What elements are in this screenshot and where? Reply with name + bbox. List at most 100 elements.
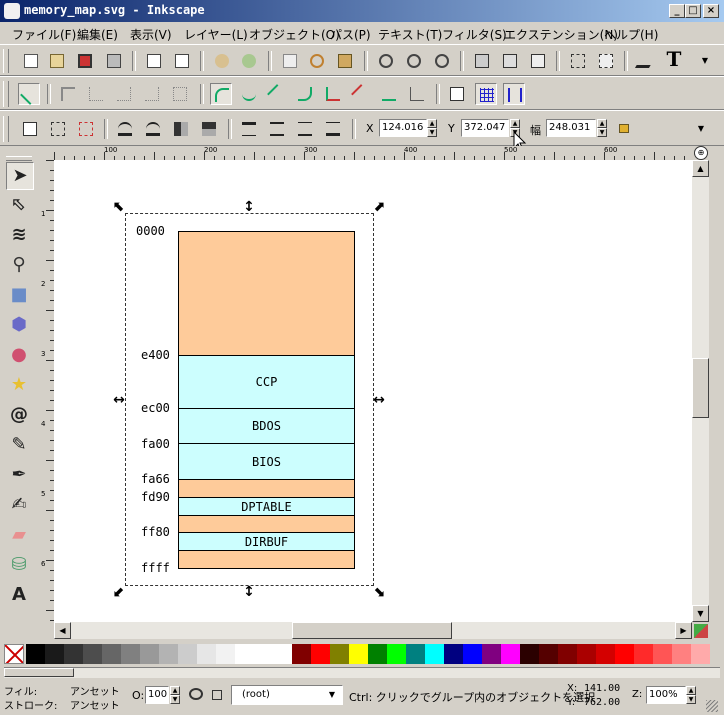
scale-handle-w-icon[interactable]: ↔	[112, 393, 126, 407]
color-swatch[interactable]	[539, 644, 558, 664]
snap-nodes-button[interactable]	[210, 83, 232, 105]
export-button[interactable]	[171, 50, 193, 72]
scale-handle-e-icon[interactable]: ↔	[372, 393, 386, 407]
vertical-ruler[interactable]: 1 2 3 4 5 6	[40, 160, 54, 622]
toolbar-grip[interactable]	[3, 116, 9, 142]
snap-midpoint-button[interactable]	[350, 83, 372, 105]
color-swatch[interactable]	[64, 644, 83, 664]
layer-lock-icon[interactable]	[212, 690, 222, 700]
color-swatch[interactable]	[501, 644, 520, 664]
selector-tool-button[interactable]: ➤	[6, 162, 34, 190]
scroll-down-icon[interactable]: ▼	[692, 605, 709, 622]
color-swatch[interactable]	[330, 644, 349, 664]
memory-block-gap1[interactable]	[178, 479, 355, 498]
ellipse-tool-button[interactable]: ●	[6, 342, 34, 370]
flip-vertical-button[interactable]	[198, 118, 220, 140]
spin-up-icon[interactable]: ▲	[170, 686, 180, 695]
zoom-page-button[interactable]	[431, 50, 453, 72]
zoom-corner-icon[interactable]: ⊕	[694, 146, 708, 160]
import-button[interactable]	[143, 50, 165, 72]
snap-intersection-button[interactable]	[266, 83, 288, 105]
snap-bbox-edge-button[interactable]	[85, 83, 107, 105]
eraser-tool-button[interactable]: ▰	[6, 522, 34, 550]
color-swatch[interactable]	[615, 644, 634, 664]
color-swatch[interactable]	[273, 644, 292, 664]
rect-tool-button[interactable]: ■	[6, 282, 34, 310]
snap-center-button[interactable]	[378, 83, 400, 105]
spin-up-icon[interactable]: ▲	[597, 119, 607, 128]
color-swatch[interactable]	[406, 644, 425, 664]
memory-block-tpa[interactable]	[178, 231, 355, 356]
snap-smooth-button[interactable]	[294, 83, 316, 105]
color-swatch[interactable]	[672, 644, 691, 664]
memory-block-bdos[interactable]: BDOS	[178, 408, 355, 444]
opacity-input[interactable]: 100	[145, 686, 169, 704]
maximize-button[interactable]: □	[685, 4, 701, 18]
dropdown-arrow-icon[interactable]: ▼	[324, 687, 340, 703]
select-all-button[interactable]	[19, 118, 41, 140]
rotate-ccw-button[interactable]	[114, 118, 136, 140]
memory-block-top[interactable]	[178, 550, 355, 569]
scale-handle-sw-icon[interactable]: ⬋	[112, 585, 126, 599]
palette-scroll-thumb[interactable]	[4, 668, 74, 677]
memory-block-dirbuf[interactable]: DIRBUF	[178, 532, 355, 551]
menu-path[interactable]: パス(P)	[330, 26, 371, 43]
spin-down-icon[interactable]: ▼	[427, 128, 437, 137]
color-swatch[interactable]	[178, 644, 197, 664]
opacity-spinner[interactable]: ▲ ▼	[170, 686, 180, 704]
vertical-scrollbar[interactable]: ▲ ▼	[692, 160, 709, 622]
memory-block-bios[interactable]: BIOS	[178, 443, 355, 480]
snap-bbox-midpoint-button[interactable]	[141, 83, 163, 105]
spin-down-icon[interactable]: ▼	[686, 695, 696, 704]
color-swatch[interactable]	[387, 644, 406, 664]
new-document-button[interactable]	[20, 50, 42, 72]
zoom-selection-button[interactable]	[375, 50, 397, 72]
select-all-layers-button[interactable]	[47, 118, 69, 140]
layer-selector[interactable]: (root) ▼	[231, 685, 343, 705]
color-swatch[interactable]	[83, 644, 102, 664]
toolbar-overflow-button[interactable]: ▼	[690, 118, 712, 140]
color-swatch[interactable]	[425, 644, 444, 664]
paste-button[interactable]	[334, 50, 356, 72]
menu-filters[interactable]: フィルタ(S)	[442, 26, 507, 43]
3dbox-tool-button[interactable]: ⬢	[6, 312, 34, 340]
zoom-drawing-button[interactable]	[403, 50, 425, 72]
memory-block-ccp[interactable]: CCP	[178, 355, 355, 409]
color-swatch[interactable]	[520, 644, 539, 664]
horizontal-scrollbar[interactable]: ◀ ▶	[54, 622, 692, 639]
spin-down-icon[interactable]: ▼	[597, 128, 607, 137]
color-swatch[interactable]	[26, 644, 45, 664]
menu-help[interactable]: ヘルプ(H)	[604, 26, 658, 43]
color-swatch[interactable]	[482, 644, 501, 664]
color-swatch[interactable]	[45, 644, 64, 664]
snap-grid-button[interactable]	[475, 83, 497, 105]
color-swatch[interactable]	[444, 644, 463, 664]
scale-handle-s-icon[interactable]: ↕	[242, 585, 256, 599]
toolbar-grip[interactable]	[3, 49, 9, 73]
color-manage-icon[interactable]	[694, 624, 708, 638]
raise-top-button[interactable]	[238, 118, 260, 140]
flip-horizontal-button[interactable]	[170, 118, 192, 140]
color-swatch[interactable]	[121, 644, 140, 664]
horizontal-scroll-thumb[interactable]	[292, 622, 452, 639]
cut-button[interactable]	[306, 50, 328, 72]
scale-handle-se-icon[interactable]: ⬊	[372, 585, 386, 599]
snap-bbox-center-button[interactable]	[169, 83, 191, 105]
color-swatch[interactable]	[349, 644, 368, 664]
save-button[interactable]	[74, 50, 96, 72]
zoom-spinner[interactable]: ▲ ▼	[686, 686, 696, 704]
rotate-cw-button[interactable]	[142, 118, 164, 140]
color-swatch[interactable]	[102, 644, 121, 664]
resize-grip-icon[interactable]	[706, 700, 718, 712]
scale-handle-n-icon[interactable]: ↕	[242, 200, 256, 214]
snap-enable-button[interactable]	[18, 83, 40, 105]
color-swatch[interactable]	[634, 644, 653, 664]
color-swatch[interactable]	[216, 644, 235, 664]
pencil-tool-button[interactable]: ✎	[6, 432, 34, 460]
vertical-scroll-thumb[interactable]	[692, 358, 709, 418]
color-swatch[interactable]	[292, 644, 311, 664]
toolbar-grip[interactable]	[3, 81, 9, 107]
memory-block-gap2[interactable]	[178, 515, 355, 533]
color-swatch[interactable]	[311, 644, 330, 664]
menu-extensions[interactable]: エクステンション(N)	[504, 26, 618, 43]
